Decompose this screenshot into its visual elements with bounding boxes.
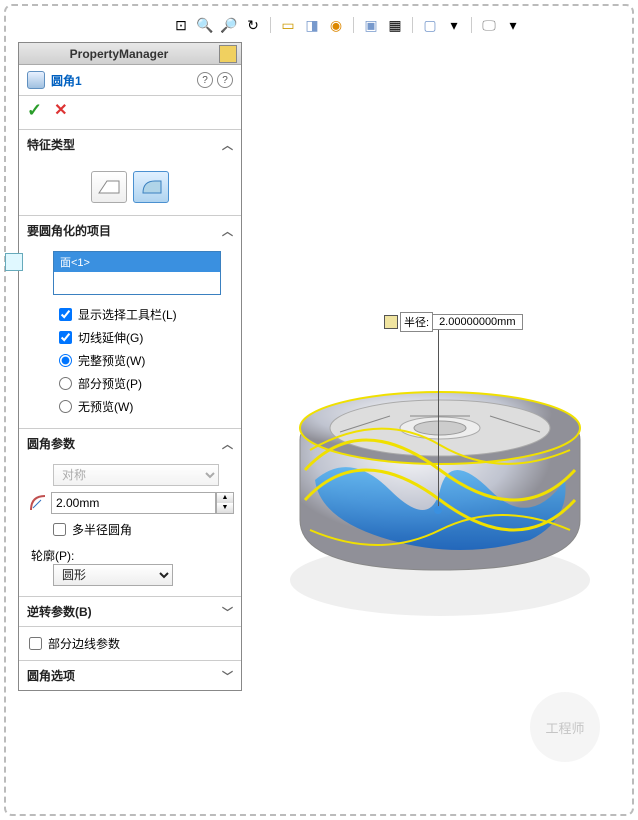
spin-up-button[interactable]: ▲: [217, 493, 233, 503]
zoom-icon[interactable]: 🔍: [196, 16, 214, 34]
full-preview-radio[interactable]: 完整预览(W): [29, 349, 231, 372]
ok-button[interactable]: ✓: [27, 100, 42, 121]
shaded-icon[interactable]: ▣: [362, 16, 380, 34]
section-feature-type: 特征类型 ︿: [19, 130, 241, 216]
section-title: 要圆角化的项目: [27, 222, 111, 239]
callout-label: 半径:: [400, 312, 433, 332]
view-orient-icon[interactable]: ◉: [327, 16, 345, 34]
zoom-area-icon[interactable]: 🔎: [220, 16, 238, 34]
profile-label: 轮廓(P):: [29, 547, 231, 564]
fillet-type-face[interactable]: [133, 171, 169, 203]
radius-input[interactable]: [51, 492, 216, 514]
fillet-type-constant[interactable]: [91, 171, 127, 203]
radius-callout[interactable]: 半径: 2.00000000mm: [384, 312, 523, 332]
symmetry-select[interactable]: 对称: [53, 464, 219, 486]
callout-flag-icon: [384, 315, 398, 329]
panel-title: PropertyManager: [19, 47, 219, 61]
confirm-row: ✓ ✕: [19, 96, 241, 130]
fillet-feature-icon: [27, 71, 45, 89]
section-header-items[interactable]: 要圆角化的项目 ︿: [19, 216, 241, 245]
feature-name: 圆角1: [51, 72, 193, 89]
spin-down-button[interactable]: ▼: [217, 503, 233, 513]
fillet-type-row: [29, 165, 231, 205]
panel-header: PropertyManager: [19, 43, 241, 65]
section-icon[interactable]: ◨: [303, 16, 321, 34]
chevron-up-icon: ︿: [222, 137, 233, 153]
section-title: 逆转参数(B): [27, 603, 92, 620]
chevron-down-icon: ﹀: [222, 604, 233, 620]
watermark: 工程师: [530, 692, 600, 762]
chevron-down-icon: ﹀: [222, 668, 233, 684]
face-selection-icon[interactable]: [5, 253, 23, 271]
partial-edge-checkbox[interactable]: 部分边线参数: [19, 627, 241, 660]
pin-icon[interactable]: [219, 45, 237, 63]
apply-scene-icon[interactable]: ▢: [421, 16, 439, 34]
display-style-icon[interactable]: ▭: [279, 16, 297, 34]
zoom-fit-icon[interactable]: ⊡: [172, 16, 190, 34]
section-partial-edge: 部分边线参数: [19, 627, 241, 661]
multi-radius-checkbox[interactable]: 多半径圆角: [29, 518, 231, 541]
show-toolbar-checkbox[interactable]: 显示选择工具栏(L): [29, 303, 231, 326]
section-title: 特征类型: [27, 136, 75, 153]
section-title: 圆角参数: [27, 435, 75, 452]
chevron-up-icon: ︿: [222, 436, 233, 452]
help-icon[interactable]: ?: [197, 72, 213, 88]
section-header-params[interactable]: 圆角参数 ︿: [19, 429, 241, 458]
callout-leader: [438, 326, 439, 510]
property-manager-panel: PropertyManager 圆角1 ? ? ✓ ✕ 特征类型 ︿ 要圆角化的…: [18, 42, 242, 691]
section-items: 要圆角化的项目 ︿ 面<1> 显示选择工具栏(L) 切线延伸(G) 完整预览(W…: [19, 216, 241, 429]
view-toolbar: ⊡ 🔍 🔎 ↻ ▭ ◨ ◉ ▣ ▦ ▢ ▾ 🖵 ▾: [172, 16, 522, 34]
profile-select[interactable]: 圆形: [53, 564, 173, 586]
partial-preview-radio[interactable]: 部分预览(P): [29, 372, 231, 395]
section-header-options[interactable]: 圆角选项 ﹀: [19, 661, 241, 690]
tangent-checkbox[interactable]: 切线延伸(G): [29, 326, 231, 349]
selection-list[interactable]: 面<1>: [53, 251, 221, 295]
callout-value[interactable]: 2.00000000mm: [433, 314, 522, 330]
radius-icon: [29, 493, 47, 513]
section-header-type[interactable]: 特征类型 ︿: [19, 130, 241, 159]
section-reverse: 逆转参数(B) ﹀: [19, 597, 241, 627]
monitor-icon[interactable]: 🖵: [480, 16, 498, 34]
no-preview-radio[interactable]: 无预览(W): [29, 395, 231, 418]
radius-spinner: ▲ ▼: [29, 492, 231, 514]
feature-title-row: 圆角1 ? ?: [19, 65, 241, 96]
hidden-lines-icon[interactable]: ▦: [386, 16, 404, 34]
cancel-button[interactable]: ✕: [54, 100, 67, 121]
section-options: 圆角选项 ﹀: [19, 661, 241, 690]
3d-viewport[interactable]: 半径: 2.00000000mm 工程师: [260, 60, 620, 802]
section-header-reverse[interactable]: 逆转参数(B) ﹀: [19, 597, 241, 626]
chevron-up-icon: ︿: [222, 223, 233, 239]
callout-anchor: [434, 506, 442, 514]
selected-face[interactable]: 面<1>: [54, 252, 220, 272]
model-preview: [260, 100, 620, 660]
section-title: 圆角选项: [27, 667, 75, 684]
camera-icon[interactable]: ▾: [445, 16, 463, 34]
dropdown-icon[interactable]: ▾: [504, 16, 522, 34]
help-detailed-icon[interactable]: ?: [217, 72, 233, 88]
rotate-icon[interactable]: ↻: [244, 16, 262, 34]
section-params: 圆角参数 ︿ 对称 ▲ ▼ 多半径圆角 轮廓(P): 圆形: [19, 429, 241, 597]
